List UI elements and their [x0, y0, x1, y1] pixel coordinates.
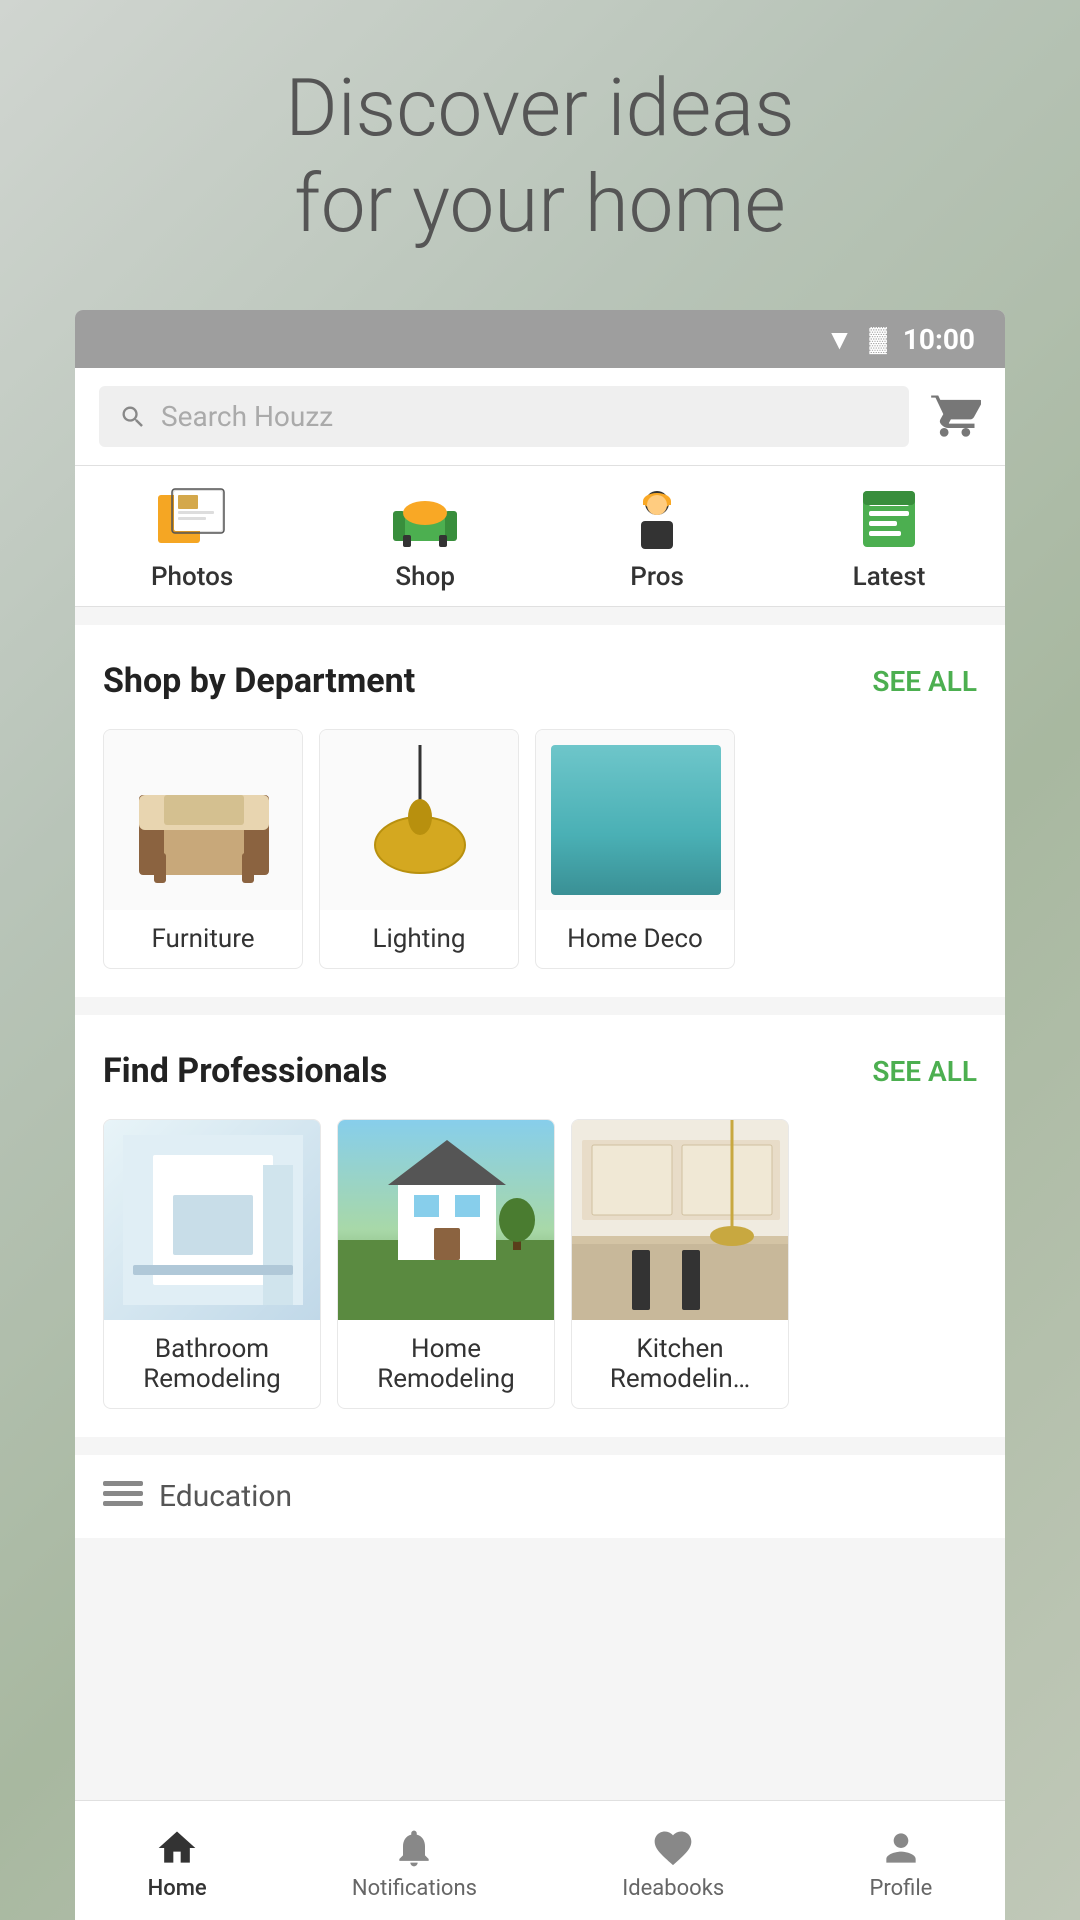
- latest-icon: [853, 487, 925, 551]
- shop-icon: [389, 487, 461, 551]
- lighting-image: [320, 730, 519, 910]
- nav-item-shop[interactable]: Shop: [385, 484, 465, 592]
- pros-label: Pros: [630, 562, 684, 592]
- bottom-nav-home[interactable]: Home: [148, 1826, 207, 1901]
- extras-label: Education: [159, 1479, 292, 1514]
- battery-icon: ▓: [869, 325, 887, 354]
- home-remodeling-label: Home Remodeling: [338, 1320, 554, 1408]
- bottom-nav-profile[interactable]: Profile: [869, 1826, 932, 1901]
- hero-title: Discover ideas for your home: [0, 60, 1080, 252]
- wifi-icon: ▼: [826, 323, 854, 356]
- dept-card-lighting[interactable]: Lighting: [319, 729, 519, 969]
- prof-section-title: Find Professionals: [103, 1051, 387, 1091]
- prof-card-bathroom[interactable]: Bathroom Remodeling: [103, 1119, 321, 1409]
- search-input-wrap[interactable]: Search Houzz: [99, 386, 909, 447]
- hero-section: Discover ideas for your home: [0, 60, 1080, 252]
- bottom-nav-notifications[interactable]: Notifications: [352, 1826, 477, 1901]
- scroll-content[interactable]: Shop by Department SEE ALL: [75, 607, 1005, 1800]
- search-placeholder-text: Search Houzz: [161, 400, 333, 433]
- dept-cards-container: Furniture Lighting: [103, 729, 977, 969]
- latest-icon-container: [849, 484, 929, 554]
- notifications-nav-icon: [392, 1826, 436, 1870]
- search-bar: Search Houzz: [75, 368, 1005, 466]
- kitchen-image: [572, 1120, 789, 1320]
- nav-item-photos[interactable]: Photos: [151, 484, 233, 592]
- latest-label: Latest: [853, 562, 926, 592]
- notifications-nav-label: Notifications: [352, 1876, 477, 1901]
- dept-card-furniture[interactable]: Furniture: [103, 729, 303, 969]
- find-professionals-section: Find Professionals SEE ALL: [75, 1015, 1005, 1437]
- furniture-label: Furniture: [104, 910, 302, 968]
- shop-by-department-section: Shop by Department SEE ALL: [75, 625, 1005, 997]
- furniture-image: [104, 730, 303, 910]
- photos-icon-container: [152, 484, 232, 554]
- profile-nav-icon: [879, 1826, 923, 1870]
- home-deco-label: Home Deco: [536, 910, 734, 968]
- shop-icon-container: [385, 484, 465, 554]
- home-deco-image: [536, 730, 735, 910]
- bottom-nav: Home Notifications Ideabooks Profile: [75, 1800, 1005, 1920]
- dept-section-title: Shop by Department: [103, 661, 415, 701]
- photos-label: Photos: [151, 562, 233, 592]
- home-nav-icon: [155, 1826, 199, 1870]
- cart-icon[interactable]: [929, 389, 981, 445]
- prof-see-all[interactable]: SEE ALL: [872, 1055, 977, 1088]
- home-nav-label: Home: [148, 1876, 207, 1901]
- ideabooks-nav-label: Ideabooks: [622, 1876, 724, 1901]
- nav-item-latest[interactable]: Latest: [849, 484, 929, 592]
- prof-cards-container: Bathroom Remodeling: [103, 1119, 977, 1409]
- lighting-label: Lighting: [320, 910, 518, 968]
- kitchen-label: Kitchen Remodelin…: [572, 1320, 788, 1408]
- app-container: ▼ ▓ 10:00 Search Houzz: [75, 310, 1005, 1920]
- profile-nav-label: Profile: [869, 1876, 932, 1901]
- shop-label: Shop: [395, 562, 455, 592]
- pros-icon-container: [617, 484, 697, 554]
- bathroom-label: Bathroom Remodeling: [104, 1320, 320, 1408]
- top-nav: Photos Shop: [75, 466, 1005, 607]
- bottom-nav-ideabooks[interactable]: Ideabooks: [622, 1826, 724, 1901]
- prof-section-header: Find Professionals SEE ALL: [103, 1051, 977, 1091]
- ideabooks-nav-icon: [651, 1826, 695, 1870]
- pros-icon: [621, 487, 693, 551]
- photos-icon: [156, 487, 228, 551]
- clock: 10:00: [903, 323, 975, 356]
- status-bar: ▼ ▓ 10:00: [75, 310, 1005, 368]
- bathroom-image: [104, 1120, 321, 1320]
- nav-item-pros[interactable]: Pros: [617, 484, 697, 592]
- dept-section-header: Shop by Department SEE ALL: [103, 661, 977, 701]
- prof-card-kitchen[interactable]: Kitchen Remodelin…: [571, 1119, 789, 1409]
- prof-card-home-remodeling[interactable]: Home Remodeling: [337, 1119, 555, 1409]
- menu-lines-icon: [103, 1481, 143, 1513]
- dept-card-home-deco[interactable]: Home Deco: [535, 729, 735, 969]
- extra-section-hint: Education: [75, 1455, 1005, 1538]
- home-remodeling-image: [338, 1120, 555, 1320]
- search-icon: [119, 403, 147, 431]
- dept-see-all[interactable]: SEE ALL: [872, 665, 977, 698]
